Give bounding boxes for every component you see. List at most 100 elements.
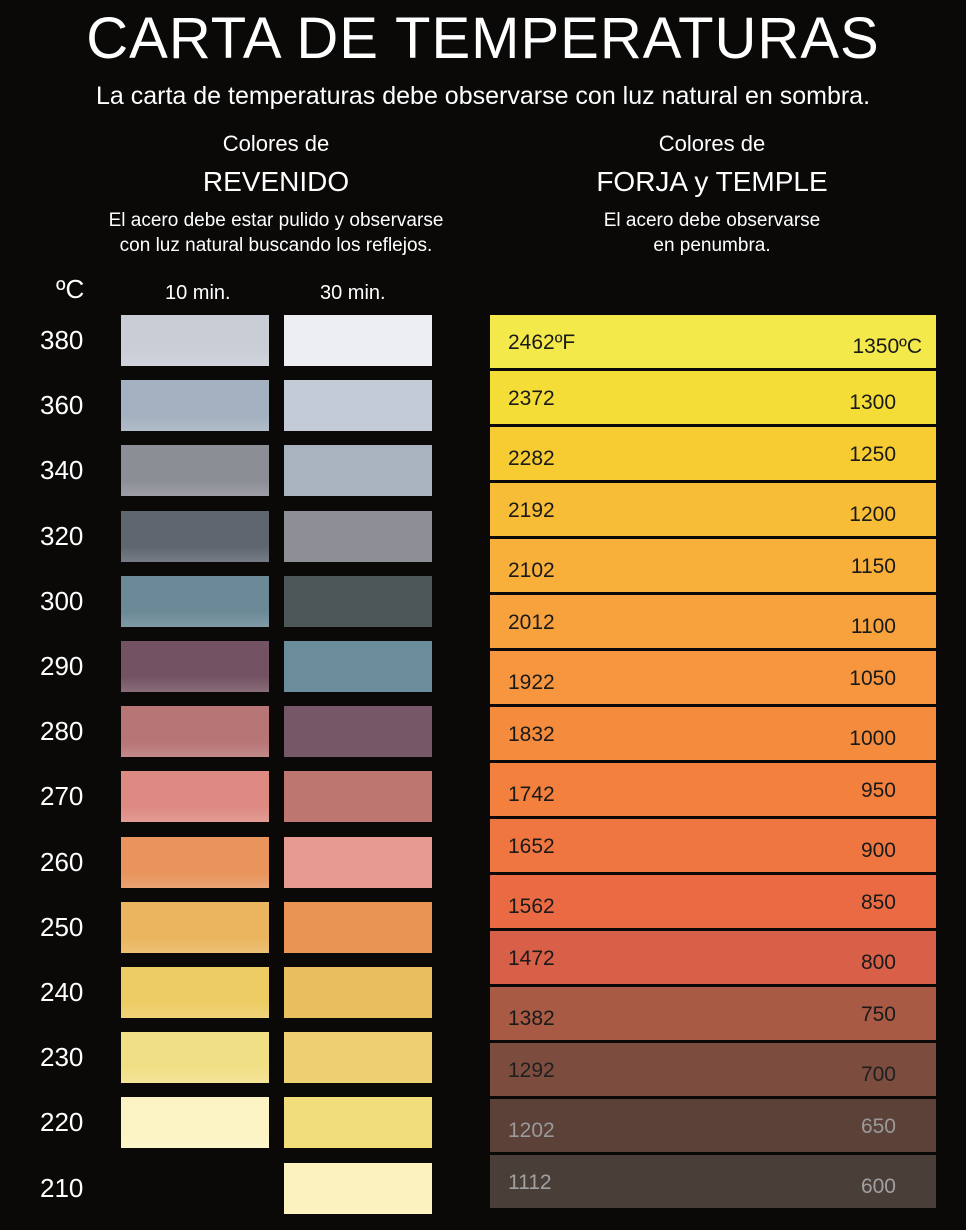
celsius-value: 700 [860, 1063, 896, 1086]
celsius-value: 650 [860, 1115, 896, 1138]
temp-label: 360 [40, 390, 84, 421]
forge-color-row: 2282 1250 [490, 427, 936, 480]
swatch-30min [284, 1097, 432, 1149]
swatch-10min [121, 901, 269, 953]
celsius-value: 600 [860, 1175, 896, 1198]
forja-title: FORJA y TEMPLE [596, 166, 828, 197]
swatch-30min [284, 901, 432, 953]
swatch-30min [284, 575, 432, 627]
revenido-note-line2: con luz natural buscando los reflejos. [119, 235, 433, 256]
fahrenheit-value: 1922 [508, 671, 555, 694]
temp-label: 250 [40, 911, 84, 942]
temp-label: 240 [40, 977, 84, 1007]
fahrenheit-value: 1652 [508, 835, 555, 858]
forge-color-row: 1202 650 [490, 1099, 936, 1152]
celsius-value: 1050 [849, 667, 896, 690]
fahrenheit-value: 2102 [508, 559, 555, 582]
celsius-value: 1100 [850, 615, 896, 638]
celsius-value: 850 [860, 891, 896, 914]
fahrenheit-value: 1562 [508, 895, 555, 918]
forge-color-row: 1652 900 [490, 819, 936, 872]
swatch-10min [121, 315, 269, 366]
celsius-value: 1250 [849, 443, 896, 466]
forge-color-row: 1382 750 [490, 987, 936, 1040]
fahrenheit-value: 1292 [508, 1059, 555, 1082]
swatch-10min [121, 380, 269, 432]
swatch-10min [121, 706, 269, 758]
celsius-value: 1000 [849, 727, 896, 750]
forge-color-row: 2192 1200 [490, 483, 936, 536]
fahrenheit-value: 2192 [508, 499, 555, 522]
fahrenheit-value: 2372 [508, 387, 555, 410]
forge-color-row: 1562 850 [490, 875, 936, 928]
forge-color-row: 1742 950 [490, 763, 936, 816]
forge-color-row: 1832 1000 [490, 707, 936, 760]
forge-color-row: 2372 1300 [490, 371, 936, 424]
swatch-10min [121, 1097, 269, 1149]
fahrenheit-value: 1742 [508, 783, 555, 806]
temp-label: 290 [40, 651, 84, 681]
col-30min-label: 30 min. [320, 282, 386, 304]
temp-label: 210 [40, 1172, 84, 1203]
swatch-30min [284, 445, 432, 497]
fahrenheit-value: 1202 [508, 1119, 555, 1142]
forge-color-row: 1922 1050 [490, 651, 936, 704]
revenido-title: REVENIDO [202, 166, 350, 197]
swatch-30min [284, 641, 432, 692]
forge-color-row: 1292 700 [490, 1043, 936, 1096]
revenido-header: Colores de REVENIDO El acero debe estar … [46, 130, 506, 258]
swatch-30min [284, 836, 432, 888]
temp-label: 380 [40, 325, 84, 355]
temp-label: 320 [40, 520, 84, 551]
revenido-note: El acero debe estar pulido y observarse … [46, 208, 506, 258]
fahrenheit-value: 2012 [508, 611, 555, 634]
swatch-10min [121, 967, 269, 1018]
swatch-30min [284, 315, 432, 366]
celsius-value: 1150 [850, 555, 896, 578]
forja-header: Colores de FORJA y TEMPLE El acero debe … [482, 130, 942, 258]
fahrenheit-value: 1112 [508, 1171, 552, 1194]
swatch-30min [284, 967, 432, 1018]
swatch-10min [121, 771, 269, 823]
temp-label: 220 [40, 1107, 84, 1138]
temp-label: 280 [40, 716, 84, 747]
forge-color-row: 2462ºF 1350ºC [490, 315, 936, 368]
page-title: CARTA DE TEMPERATURAS [86, 6, 880, 71]
forge-color-row: 1112 600 [490, 1155, 936, 1208]
swatch-30min [284, 771, 432, 823]
fahrenheit-value: 2462ºF [508, 331, 576, 354]
temp-label: 340 [40, 455, 84, 486]
page-subtitle: La carta de temperaturas debe observarse… [95, 82, 871, 110]
swatch-30min [284, 1032, 432, 1084]
celsius-unit-label: ºC [56, 274, 85, 304]
celsius-value: 1300 [849, 391, 896, 414]
temp-label: 230 [40, 1042, 84, 1073]
celsius-value: 800 [860, 951, 896, 974]
forja-note: El acero debe observarse en penumbra. [482, 208, 942, 258]
celsius-value: 750 [860, 1003, 896, 1026]
swatch-30min [284, 510, 432, 562]
swatch-10min [121, 575, 269, 627]
forge-color-row: 1472 800 [490, 931, 936, 984]
revenido-note-line1: El acero debe estar pulido y observarse [108, 210, 444, 231]
forge-color-row: 2102 1150 [490, 539, 936, 592]
temp-label: 270 [40, 781, 84, 812]
swatch-10min [121, 445, 269, 497]
celsius-value: 1200 [849, 503, 896, 526]
swatch-30min [284, 380, 432, 432]
swatch-10min [121, 510, 269, 562]
swatch-30min [284, 1162, 432, 1214]
fahrenheit-value: 1382 [508, 1007, 555, 1030]
celsius-value: 900 [860, 839, 896, 862]
forja-note-line1: El acero debe observarse [603, 210, 821, 231]
revenido-small-label: Colores de [222, 131, 330, 156]
swatch-10min [121, 836, 269, 888]
col-10min-label: 10 min. [165, 282, 231, 304]
forja-note-line2: en penumbra. [653, 235, 771, 256]
forja-small-label: Colores de [658, 131, 766, 156]
swatch-10min [121, 1032, 269, 1084]
temp-label: 260 [40, 846, 84, 877]
fahrenheit-value: 1832 [508, 723, 555, 746]
forge-color-row: 2012 1100 [490, 595, 936, 648]
celsius-value: 950 [860, 779, 896, 802]
